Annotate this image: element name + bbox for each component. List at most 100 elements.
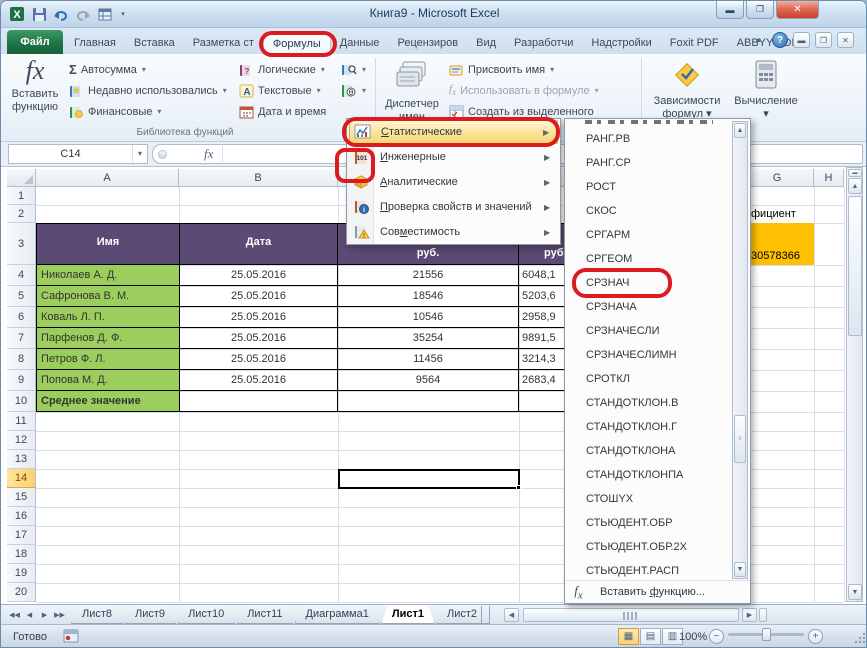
workbook-close-button[interactable]: ✕ — [837, 32, 854, 48]
partial-sheet-tab[interactable] — [481, 606, 490, 624]
workbook-minimize-button[interactable]: ▬ — [793, 32, 810, 48]
date-time-button[interactable]: Дата и время — [239, 102, 326, 121]
sheet-tab-Лист8[interactable]: Лист8 — [71, 605, 123, 624]
tab-Данные[interactable]: Данные — [331, 32, 389, 54]
submenu-item-СРЗНАЧА[interactable]: СРЗНАЧА — [565, 295, 731, 319]
submenu-item-СРГЕОМ[interactable]: СРГЕОМ — [565, 247, 731, 271]
zoom-in-icon[interactable]: + — [808, 629, 823, 644]
vscroll-thumb[interactable] — [848, 196, 862, 336]
table-row-name[interactable]: Парфенов Д. Ф. — [36, 328, 180, 349]
coefficient-value-cell[interactable]: 30578366 — [751, 223, 814, 265]
table-row-name[interactable]: Попова М. Д. — [36, 370, 180, 391]
name-box-dropdown-icon[interactable]: ▾ — [132, 145, 147, 163]
row-header-12[interactable]: 12 — [7, 431, 36, 450]
row-header-20[interactable]: 20 — [7, 583, 36, 602]
column-header-A[interactable]: A — [36, 169, 179, 187]
use-in-formula-button[interactable]: fx Использовать в формуле▾ — [449, 81, 599, 100]
table-header-date[interactable]: Дата — [180, 223, 338, 265]
tab-Вид[interactable]: Вид — [467, 32, 505, 54]
submenu-item-СРЗНАЧЕСЛИМН[interactable]: СРЗНАЧЕСЛИМН — [565, 343, 731, 367]
tab-file[interactable]: Файл — [7, 30, 63, 54]
autosum-button[interactable]: Σ Автосумма▾ — [69, 60, 146, 79]
column-header-H[interactable]: H — [814, 169, 844, 187]
tab-Разметка ст[interactable]: Разметка ст — [184, 32, 263, 54]
row-header-6[interactable]: 6 — [7, 307, 36, 328]
submenu-item-СТОШYX[interactable]: СТОШYX — [565, 487, 731, 511]
row-header-16[interactable]: 16 — [7, 507, 36, 526]
coefficient-label-cell[interactable]: фициент — [751, 205, 814, 223]
insert-function-button[interactable]: fx Вставитьфункцию — [7, 56, 63, 138]
table-footer-empty[interactable] — [338, 391, 519, 412]
lookup-reference-button[interactable]: ▾ — [341, 60, 366, 79]
submenu-item-СРЗНАЧЕСЛИ[interactable]: СРЗНАЧЕСЛИ — [565, 319, 731, 343]
row-header-17[interactable]: 17 — [7, 526, 36, 545]
fill-handle[interactable] — [516, 485, 521, 490]
insert-function-menu-item[interactable]: fx Вставить функцию... — [565, 580, 750, 603]
row-header-13[interactable]: 13 — [7, 450, 36, 469]
sheet-tab-Лист9[interactable]: Лист9 — [124, 605, 176, 624]
table-row-name[interactable]: Петров Ф. Л. — [36, 349, 180, 370]
submenu-item-СТАНДОТКЛОН.В[interactable]: СТАНДОТКЛОН.В — [565, 391, 731, 415]
help-icon[interactable]: ? — [772, 32, 788, 48]
zoom-out-icon[interactable]: − — [709, 629, 724, 644]
table-row-name[interactable]: Сафронова В. М. — [36, 286, 180, 307]
table-row-name[interactable]: Николаев А. Д. — [36, 265, 180, 286]
view-normal-button[interactable]: ▦ — [618, 628, 639, 645]
sheet-tab-Лист11[interactable]: Лист11 — [236, 605, 293, 624]
macro-record-icon[interactable] — [63, 628, 80, 647]
prev-sheet-icon[interactable]: ◀ — [22, 607, 37, 622]
vscroll-up-icon[interactable]: ▲ — [848, 178, 862, 194]
submenu-scrollbar[interactable]: ▲ ≡ ▼ — [732, 121, 748, 579]
tab-Рецензиров[interactable]: Рецензиров — [389, 32, 468, 54]
submenu-scroll-up-icon[interactable]: ▲ — [734, 123, 746, 138]
row-header-4[interactable]: 4 — [7, 265, 36, 286]
row-header-11[interactable]: 11 — [7, 412, 36, 431]
zoom-slider-thumb[interactable] — [762, 628, 771, 641]
table-header-name[interactable]: Имя — [36, 223, 180, 265]
row-header-8[interactable]: 8 — [7, 349, 36, 370]
last-sheet-icon[interactable]: ▶▶ — [52, 607, 67, 622]
tab-Надстройки[interactable]: Надстройки — [582, 32, 660, 54]
workbook-restore-button[interactable]: ❐ — [815, 32, 832, 48]
close-button[interactable]: ✕ — [776, 1, 819, 19]
table-footer-empty[interactable] — [180, 391, 338, 412]
financial-button[interactable]: Финансовые▾ — [69, 102, 161, 121]
submenu-item-СРОТКЛ[interactable]: СРОТКЛ — [565, 367, 731, 391]
submenu-item-СТАНДОТКЛОНПА[interactable]: СТАНДОТКЛОНПА — [565, 463, 731, 487]
table-row-date[interactable]: 25.05.2016 — [180, 286, 338, 307]
table-footer-label[interactable]: Среднее значение — [36, 391, 180, 412]
table-row-salary[interactable]: 11456 — [338, 349, 519, 370]
submenu-item-СРГАРМ[interactable]: СРГАРМ — [565, 223, 731, 247]
row-header-2[interactable]: 2 — [7, 205, 36, 223]
next-sheet-icon[interactable]: ▶ — [37, 607, 52, 622]
math-trig-button[interactable]: θ ▾ — [341, 81, 366, 100]
submenu-item-РАНГ.СР[interactable]: РАНГ.СР — [565, 151, 731, 175]
sheet-tab-Лист10[interactable]: Лист10 — [177, 605, 235, 624]
menu-item-Инженерные[interactable]: 101Инженерные▶ — [349, 145, 558, 169]
vscroll-down-icon[interactable]: ▼ — [848, 584, 862, 600]
view-page-layout-button[interactable]: ▤ — [640, 628, 661, 645]
row-header-9[interactable]: 9 — [7, 370, 36, 391]
table-row-salary[interactable]: 21556 — [338, 265, 519, 286]
table-row-date[interactable]: 25.05.2016 — [180, 265, 338, 286]
menu-item-Статистические[interactable]: Статистические▶ — [349, 120, 558, 144]
insert-function-fx-icon[interactable]: fx — [195, 146, 223, 162]
table-row-salary[interactable]: 18546 — [338, 286, 519, 307]
menu-item-Аналитические[interactable]: Аналитические▶ — [349, 170, 558, 194]
table-row-salary[interactable]: 9564 — [338, 370, 519, 391]
zoom-level[interactable]: 100% — [679, 631, 707, 643]
submenu-item-СТАНДОТКЛОН.Г[interactable]: СТАНДОТКЛОН.Г — [565, 415, 731, 439]
row-header-18[interactable]: 18 — [7, 545, 36, 564]
first-sheet-icon[interactable]: ◀◀ — [7, 607, 22, 622]
collapse-ribbon-icon[interactable]: ▲ — [750, 32, 767, 48]
define-name-button[interactable]: Присвоить имя▾ — [449, 60, 554, 79]
menu-item-Совместимость[interactable]: !Совместимость▶ — [349, 220, 558, 244]
table-row-salary[interactable]: 35254 — [338, 328, 519, 349]
tab-Разработчи[interactable]: Разработчи — [505, 32, 582, 54]
column-header-G[interactable]: G — [741, 169, 814, 187]
zoom-slider-track[interactable] — [728, 633, 804, 636]
vertical-scrollbar[interactable]: ▬ ▲ ▼ — [846, 167, 863, 602]
column-header-B[interactable]: B — [179, 169, 338, 187]
submenu-scroll-thumb[interactable]: ≡ — [734, 415, 746, 463]
hscroll-right-icon[interactable]: ▶ — [742, 608, 757, 622]
